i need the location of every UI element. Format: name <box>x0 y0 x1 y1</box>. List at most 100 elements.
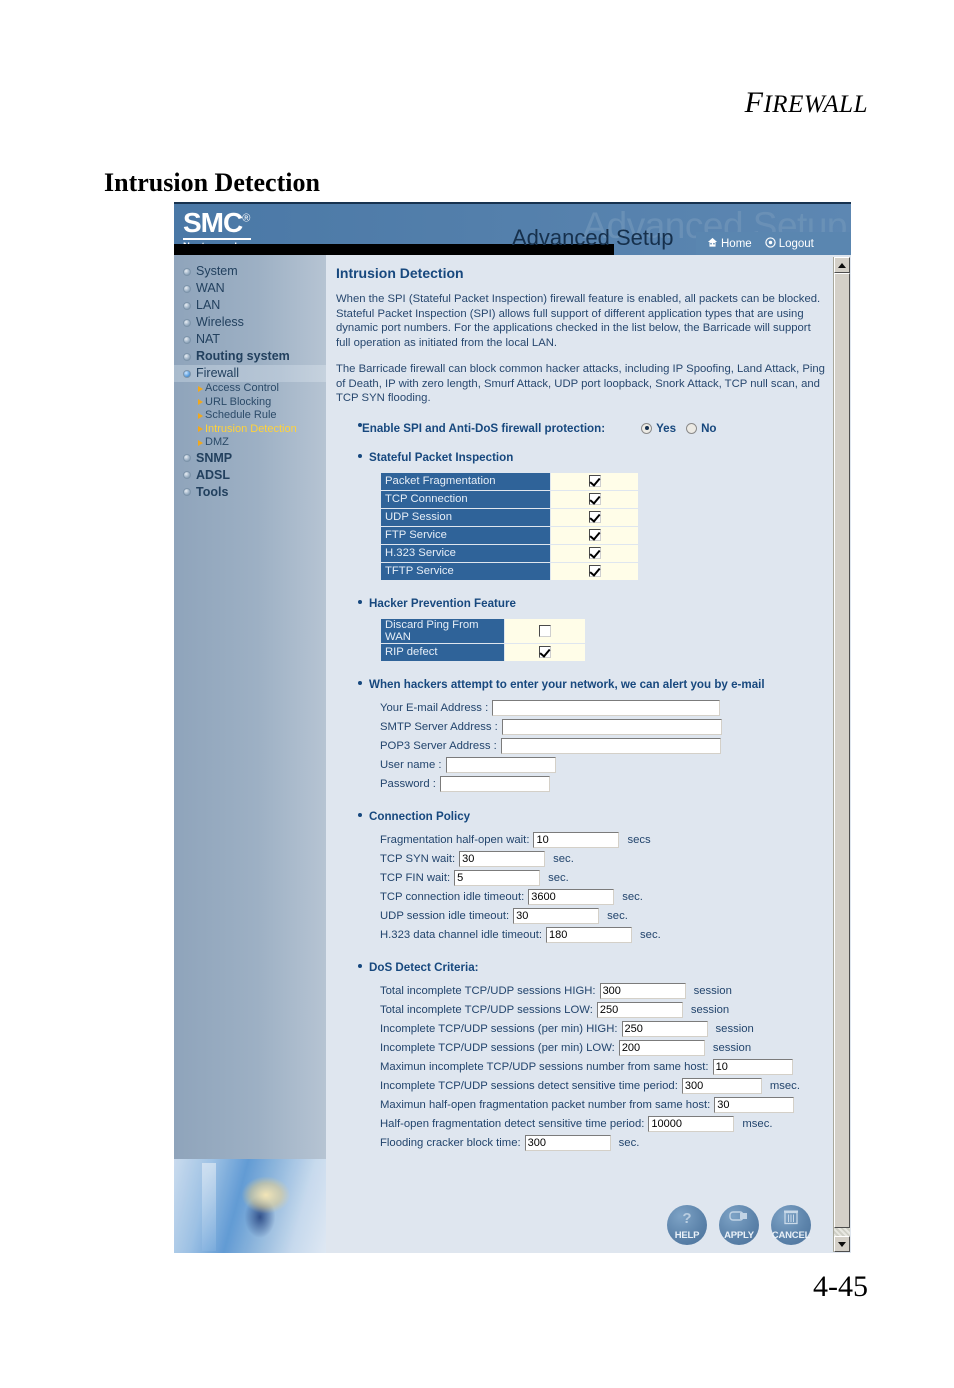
manual-page: FIREWALL Intrusion Detection Advanced Se… <box>0 0 954 1388</box>
scroll-up-button[interactable] <box>834 257 850 273</box>
dos-label: Total incomplete TCP/UDP sessions HIGH: <box>380 985 596 997</box>
email-input[interactable] <box>501 719 722 735</box>
spi-row-checkbox-cell[interactable] <box>550 543 639 563</box>
scroll-down-button[interactable] <box>834 1236 850 1252</box>
connection-input[interactable] <box>513 908 600 924</box>
dos-input[interactable] <box>618 1040 705 1056</box>
sidebar-item-lan[interactable]: LAN <box>174 297 326 314</box>
dos-row: Flooding cracker block time: sec. <box>380 1134 851 1153</box>
connection-input[interactable] <box>459 851 546 867</box>
spi-yes-option[interactable]: Yes <box>641 422 676 435</box>
connection-input[interactable] <box>533 832 620 848</box>
apply-button[interactable]: APPLY <box>719 1205 759 1245</box>
email-row: POP3 Server Address : <box>380 737 851 756</box>
dos-row: Total incomplete TCP/UDP sessions HIGH: s… <box>380 982 851 1001</box>
dos-input[interactable] <box>599 983 686 999</box>
spi-no-radio[interactable] <box>686 422 698 434</box>
spi-row-checkbox-cell[interactable] <box>550 561 639 581</box>
sidebar-item-nat[interactable]: NAT <box>174 331 326 348</box>
vertical-scrollbar[interactable] <box>833 257 850 1252</box>
sidebar-item-system[interactable]: System <box>174 263 326 280</box>
spi-row-checkbox[interactable] <box>588 475 601 487</box>
app-header: Advanced Setup SMC® Networks Advanced Se… <box>174 204 851 255</box>
dos-unit: session <box>690 1004 730 1016</box>
sidebar-item-wan[interactable]: WAN <box>174 280 326 297</box>
spi-no-option[interactable]: No <box>686 422 717 435</box>
hacker-row-checkbox[interactable] <box>539 646 551 658</box>
sidebar-subitem-label: Access Control <box>205 382 279 394</box>
hacker-section-label: Hacker Prevention Feature <box>369 596 516 610</box>
spi-row-checkbox-cell[interactable] <box>550 507 639 527</box>
dos-row: Half-open fragmentation detect sensitive… <box>380 1115 851 1134</box>
connection-input[interactable] <box>546 927 633 943</box>
trash-icon <box>771 1209 811 1229</box>
hacker-row-checkbox[interactable] <box>539 624 551 637</box>
sidebar-item-snmp[interactable]: SNMP <box>174 450 326 467</box>
help-button[interactable]: ? HELP <box>667 1205 707 1245</box>
house-icon <box>707 237 718 251</box>
decorative-photo <box>174 1159 326 1253</box>
triangle-right-icon <box>198 385 203 392</box>
sidebar-item-label: LAN <box>196 298 221 312</box>
spi-row-checkbox[interactable] <box>588 511 601 523</box>
hacker-row-checkbox-cell[interactable] <box>504 642 586 662</box>
enable-spi-radio-group: Yes No <box>641 422 717 435</box>
sidebar-item-label: SNMP <box>196 450 233 465</box>
spi-section-label: Stateful Packet Inspection <box>369 450 514 464</box>
table-row: TCP Connection <box>380 489 639 509</box>
dos-input[interactable] <box>621 1021 708 1037</box>
sidebar-subitem-intrusion-detection[interactable]: Intrusion Detection <box>174 423 326 437</box>
connection-input[interactable] <box>454 870 541 886</box>
dos-label: Half-open fragmentation detect sensitive… <box>380 1118 645 1130</box>
sidebar-item-label: Tools <box>196 484 229 499</box>
sidebar-item-wireless[interactable]: Wireless <box>174 314 326 331</box>
spi-row-checkbox-cell[interactable] <box>550 471 639 491</box>
email-input[interactable] <box>445 757 556 773</box>
sidebar-item-tools[interactable]: Tools <box>174 484 326 501</box>
power-circle-icon <box>765 236 776 251</box>
spi-row-checkbox[interactable] <box>588 565 601 577</box>
email-input[interactable] <box>500 738 721 754</box>
sidebar-subitem-access-control[interactable]: Access Control <box>174 382 326 396</box>
spi-row-checkbox[interactable] <box>588 547 601 559</box>
scrollbar-track[interactable] <box>834 273 850 1236</box>
email-input[interactable] <box>439 776 550 792</box>
spi-row-checkbox[interactable] <box>588 493 601 505</box>
connection-row: TCP SYN wait: sec. <box>380 850 851 869</box>
spi-row-checkbox-cell[interactable] <box>550 525 639 545</box>
scrollbar-thumb[interactable] <box>834 273 850 1228</box>
logout-button[interactable]: Logout <box>765 236 814 251</box>
bullet-dot-icon <box>183 284 191 293</box>
spi-row-checkbox[interactable] <box>588 529 601 541</box>
email-section-label: When hackers attempt to enter your netwo… <box>369 677 765 691</box>
hacker-row-checkbox-cell[interactable] <box>504 617 586 644</box>
table-row: FTP Service <box>380 525 639 545</box>
connection-input[interactable] <box>528 889 615 905</box>
bullet-dot-icon <box>183 267 191 276</box>
dos-input[interactable] <box>712 1059 793 1075</box>
dos-input[interactable] <box>596 1002 683 1018</box>
spi-yes-radio[interactable] <box>641 422 653 434</box>
bullet-dot-icon <box>183 369 191 378</box>
dos-label: Maximun half-open fragmentation packet n… <box>380 1099 711 1111</box>
sidebar-item-label: System <box>196 264 238 278</box>
sidebar-subitem-dmz[interactable]: DMZ <box>174 436 326 450</box>
email-section-header: When hackers attempt to enter your netwo… <box>358 678 851 691</box>
sidebar-item-routing-system[interactable]: Routing system <box>174 348 326 365</box>
dos-input[interactable] <box>524 1135 611 1151</box>
dos-input[interactable] <box>714 1097 795 1113</box>
home-button[interactable]: Home <box>707 237 752 251</box>
email-input[interactable] <box>492 700 721 716</box>
content-heading: Intrusion Detection <box>336 265 464 281</box>
sidebar-item-firewall[interactable]: Firewall <box>174 365 326 382</box>
connection-label: TCP FIN wait: <box>380 872 451 884</box>
dos-input[interactable] <box>681 1078 762 1094</box>
sidebar-subitem-schedule-rule[interactable]: Schedule Rule <box>174 409 326 423</box>
dos-input[interactable] <box>648 1116 735 1132</box>
spi-checkbox-table: Packet Fragmentation TCP Connection UDP Se… <box>380 471 639 581</box>
sidebar-item-adsl[interactable]: ADSL <box>174 467 326 484</box>
sidebar-subitem-url-blocking[interactable]: URL Blocking <box>174 396 326 410</box>
cancel-button[interactable]: CANCEL <box>771 1205 811 1245</box>
dos-section-label: DoS Detect Criteria: <box>369 960 479 974</box>
spi-row-checkbox-cell[interactable] <box>550 489 639 509</box>
